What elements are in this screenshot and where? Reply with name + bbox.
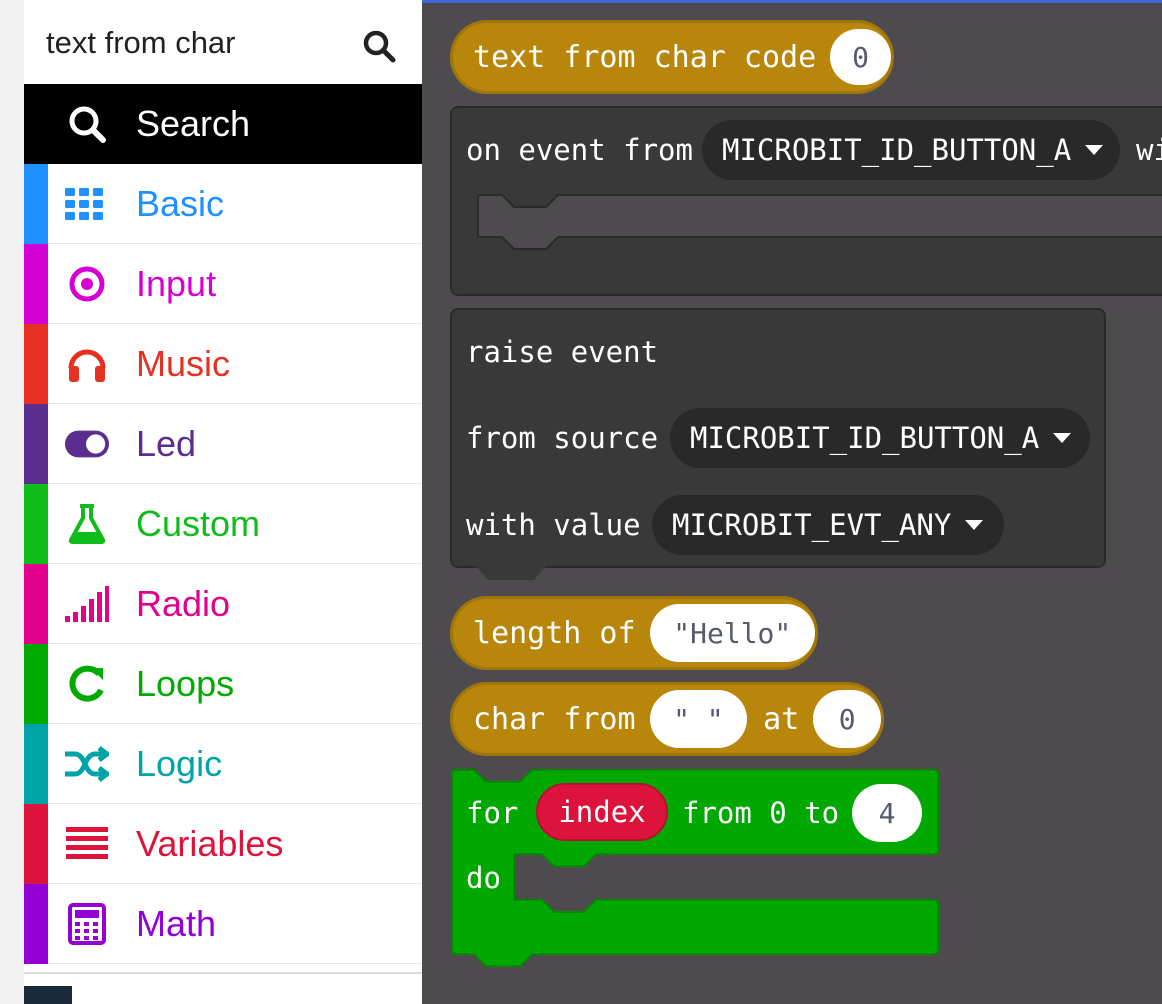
shuffle-icon xyxy=(64,742,110,786)
category-label: Input xyxy=(136,263,217,304)
category-search[interactable]: Search xyxy=(24,84,422,164)
text-input[interactable]: " " xyxy=(649,690,748,748)
category-color-bar xyxy=(24,484,48,564)
category-led[interactable]: Led xyxy=(24,404,422,484)
block-label: with value xyxy=(466,508,641,542)
search-icon[interactable] xyxy=(362,29,396,63)
toolbox: Search Basic Input xyxy=(24,0,422,1004)
category-loops[interactable]: Loops xyxy=(24,644,422,724)
category-color-bar xyxy=(24,164,48,244)
calculator-icon xyxy=(64,902,110,946)
category-label: Loops xyxy=(136,663,235,704)
left-edge-strip xyxy=(0,0,24,1004)
category-label: Led xyxy=(136,423,197,464)
block-char-from[interactable]: char from " " at 0 xyxy=(450,682,884,756)
block-label: do xyxy=(466,861,501,895)
category-input[interactable]: Input xyxy=(24,244,422,324)
category-label: Custom xyxy=(136,503,261,544)
category-label: Basic xyxy=(136,183,225,224)
dropdown-value: MICROBIT_EVT_ANY xyxy=(672,508,952,542)
block-label: char from xyxy=(473,701,636,737)
char-code-input[interactable]: 0 xyxy=(830,29,891,85)
block-label: text from char code xyxy=(473,39,817,75)
grid-icon xyxy=(64,182,110,226)
block-title: raise event xyxy=(466,335,659,369)
category-label: Music xyxy=(136,343,231,384)
category-math[interactable]: Math xyxy=(24,884,422,964)
chevron-down-icon xyxy=(1085,145,1104,155)
toolbox-divider xyxy=(24,972,422,974)
list-icon xyxy=(64,822,110,866)
toolbox-search xyxy=(24,3,422,84)
category-color-bar xyxy=(24,804,48,884)
category-label: Search xyxy=(136,103,251,144)
refresh-icon xyxy=(64,662,110,706)
category-color-bar xyxy=(24,884,48,964)
blocks-workspace[interactable]: text from char code 0 on event from MICR… xyxy=(422,3,1162,1004)
category-label: Variables xyxy=(136,823,284,864)
target-icon xyxy=(64,262,110,306)
category-label: Math xyxy=(136,903,217,944)
category-label: Logic xyxy=(136,743,223,784)
text-input[interactable]: "Hello" xyxy=(649,604,815,662)
block-label-trail: wi xyxy=(1136,133,1162,167)
index-input[interactable]: 0 xyxy=(813,690,881,748)
category-variables[interactable]: Variables xyxy=(24,804,422,884)
headphones-icon xyxy=(64,342,110,386)
category-logic[interactable]: Logic xyxy=(24,724,422,804)
category-color-bar xyxy=(24,724,48,804)
dropdown-value: MICROBIT_ID_BUTTON_A xyxy=(722,133,1072,167)
makecode-editor: Search Basic Input xyxy=(0,0,1162,1004)
block-text-from-char-code[interactable]: text from char code 0 xyxy=(450,20,894,94)
toolbox-next-category-stub xyxy=(24,986,72,1004)
block-label: on event from xyxy=(466,133,693,167)
raise-value-dropdown[interactable]: MICROBIT_EVT_ANY xyxy=(652,495,1004,555)
chevron-down-icon xyxy=(1053,433,1072,443)
variable-index-pill[interactable]: index xyxy=(536,783,668,841)
event-source-dropdown[interactable]: MICROBIT_ID_BUTTON_A xyxy=(702,120,1120,180)
loop-end-input[interactable]: 4 xyxy=(852,784,922,842)
dropdown-value: MICROBIT_ID_BUTTON_A xyxy=(690,421,1040,455)
category-color-bar xyxy=(24,564,48,644)
block-label: for xyxy=(466,796,519,830)
toggle-icon xyxy=(64,422,110,466)
block-label: from 0 to xyxy=(682,796,840,830)
category-color-bar xyxy=(24,244,48,324)
block-label: from source xyxy=(466,421,659,455)
category-color-bar xyxy=(24,324,48,404)
category-color-bar xyxy=(24,404,48,484)
search-icon xyxy=(64,102,110,146)
category-color-bar xyxy=(24,644,48,724)
signal-icon xyxy=(64,582,110,626)
category-basic[interactable]: Basic xyxy=(24,164,422,244)
chevron-down-icon xyxy=(965,520,984,530)
block-label: length of xyxy=(473,615,636,651)
category-label: Radio xyxy=(136,583,231,624)
flask-icon xyxy=(64,502,110,546)
category-radio[interactable]: Radio xyxy=(24,564,422,644)
toolbox-search-input[interactable] xyxy=(46,17,356,69)
raise-source-dropdown[interactable]: MICROBIT_ID_BUTTON_A xyxy=(670,408,1090,468)
block-label: at xyxy=(763,701,800,737)
block-length-of[interactable]: length of "Hello" xyxy=(450,596,818,670)
category-custom[interactable]: Custom xyxy=(24,484,422,564)
statement-slot xyxy=(477,194,1162,250)
category-music[interactable]: Music xyxy=(24,324,422,404)
block-notch xyxy=(476,566,546,580)
